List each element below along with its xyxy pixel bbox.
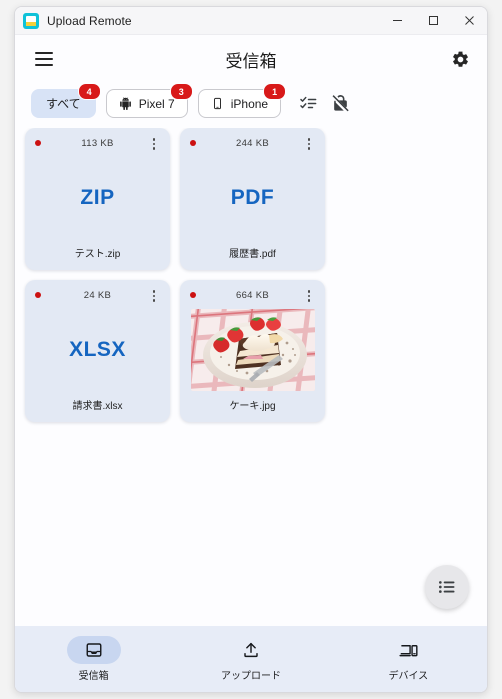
window-controls [379,7,487,35]
nav-item-devices[interactable]: デバイス [330,636,487,682]
filter-chip-badge: 1 [263,83,287,100]
file-name: ケーキ.jpg [229,401,276,412]
file-extension-label: ZIP [80,185,115,209]
view-list-icon[interactable] [425,565,469,609]
file-extension-label: XLSX [69,337,126,361]
file-size: 24 KB [83,289,112,301]
file-card[interactable]: 244 KB PDF 履歴書.pdf [180,128,325,270]
filter-chip-badge: 3 [169,83,193,100]
bottom-navigation-bar: 受信箱 アップロード デバイス [15,626,487,692]
more-vert-icon[interactable] [302,136,316,152]
app-header: 受信箱 [15,35,487,83]
unread-dot-icon [190,292,196,298]
file-extension-label: PDF [230,185,275,209]
file-name: テスト.zip [74,249,121,260]
file-card-header: 664 KB [186,288,319,302]
close-button[interactable] [451,7,487,35]
nav-item-label: デバイス [388,671,429,682]
file-card[interactable]: 664 KB ケーキ.jpg [180,280,325,422]
minimize-button[interactable] [379,7,415,35]
android-icon [119,97,133,111]
file-card-header: 244 KB [186,136,319,150]
filter-chip-pixel7[interactable]: Pixel 7 3 [105,83,193,118]
hamburger-menu-icon[interactable] [29,44,59,74]
filter-chip-label: Pixel 7 [138,96,175,111]
maximize-button[interactable] [415,7,451,35]
title-bar: Upload Remote [15,7,487,35]
filter-chip-all[interactable]: すべて 4 [31,83,101,118]
filter-chip-badge: 4 [77,83,101,100]
app-window: Upload Remote 受信箱 すべて 4 Pixel 7 3 iPhone… [14,6,488,693]
inbox-icon [66,636,121,664]
nav-item-label: アップロード [220,671,281,682]
gear-icon[interactable] [447,46,473,72]
file-card-header: 24 KB [31,288,164,302]
file-card-body: XLSX [31,302,164,397]
lock-off-icon[interactable] [327,91,353,117]
file-card[interactable]: 113 KB ZIP テスト.zip [25,128,170,270]
more-vert-icon[interactable] [147,136,161,152]
filter-chip-label: すべて [46,97,81,111]
nav-item-upload[interactable]: アップロード [172,636,329,682]
window-title: Upload Remote [47,13,132,28]
devices-icon [381,636,435,664]
file-card-grid: 113 KB ZIP テスト.zip 244 KB PDF 履歴書.pdf 24… [15,128,487,576]
nav-item-label: 受信箱 [78,671,109,682]
unread-dot-icon [35,292,41,298]
filter-chip-label: iPhone [230,96,269,111]
smartphone-icon [211,97,225,111]
upload-icon [224,636,278,664]
cake-photo-thumbnail [190,308,315,391]
unread-dot-icon [35,140,41,146]
filter-chip-row: すべて 4 Pixel 7 3 iPhone 1 [15,83,487,128]
filter-tools [295,91,353,117]
file-card-body [186,302,319,397]
app-logo-icon [23,12,39,29]
file-card-body: PDF [186,150,319,245]
file-card[interactable]: 24 KB XLSX 請求書.xlsx [25,280,170,422]
file-size: 244 KB [236,137,269,149]
select-checklist-icon[interactable] [295,91,321,117]
unread-dot-icon [190,140,196,146]
nav-item-inbox[interactable]: 受信箱 [15,636,172,682]
file-card-header: 113 KB [31,136,164,150]
file-size: 664 KB [236,289,269,301]
more-vert-icon[interactable] [147,288,161,304]
file-name: 請求書.xlsx [72,401,123,412]
page-title: 受信箱 [225,51,277,71]
file-name: 履歴書.pdf [229,249,276,260]
file-size: 113 KB [81,137,114,149]
file-card-body: ZIP [31,150,164,245]
more-vert-icon[interactable] [302,288,316,304]
filter-chip-iphone[interactable]: iPhone 1 [197,83,287,118]
